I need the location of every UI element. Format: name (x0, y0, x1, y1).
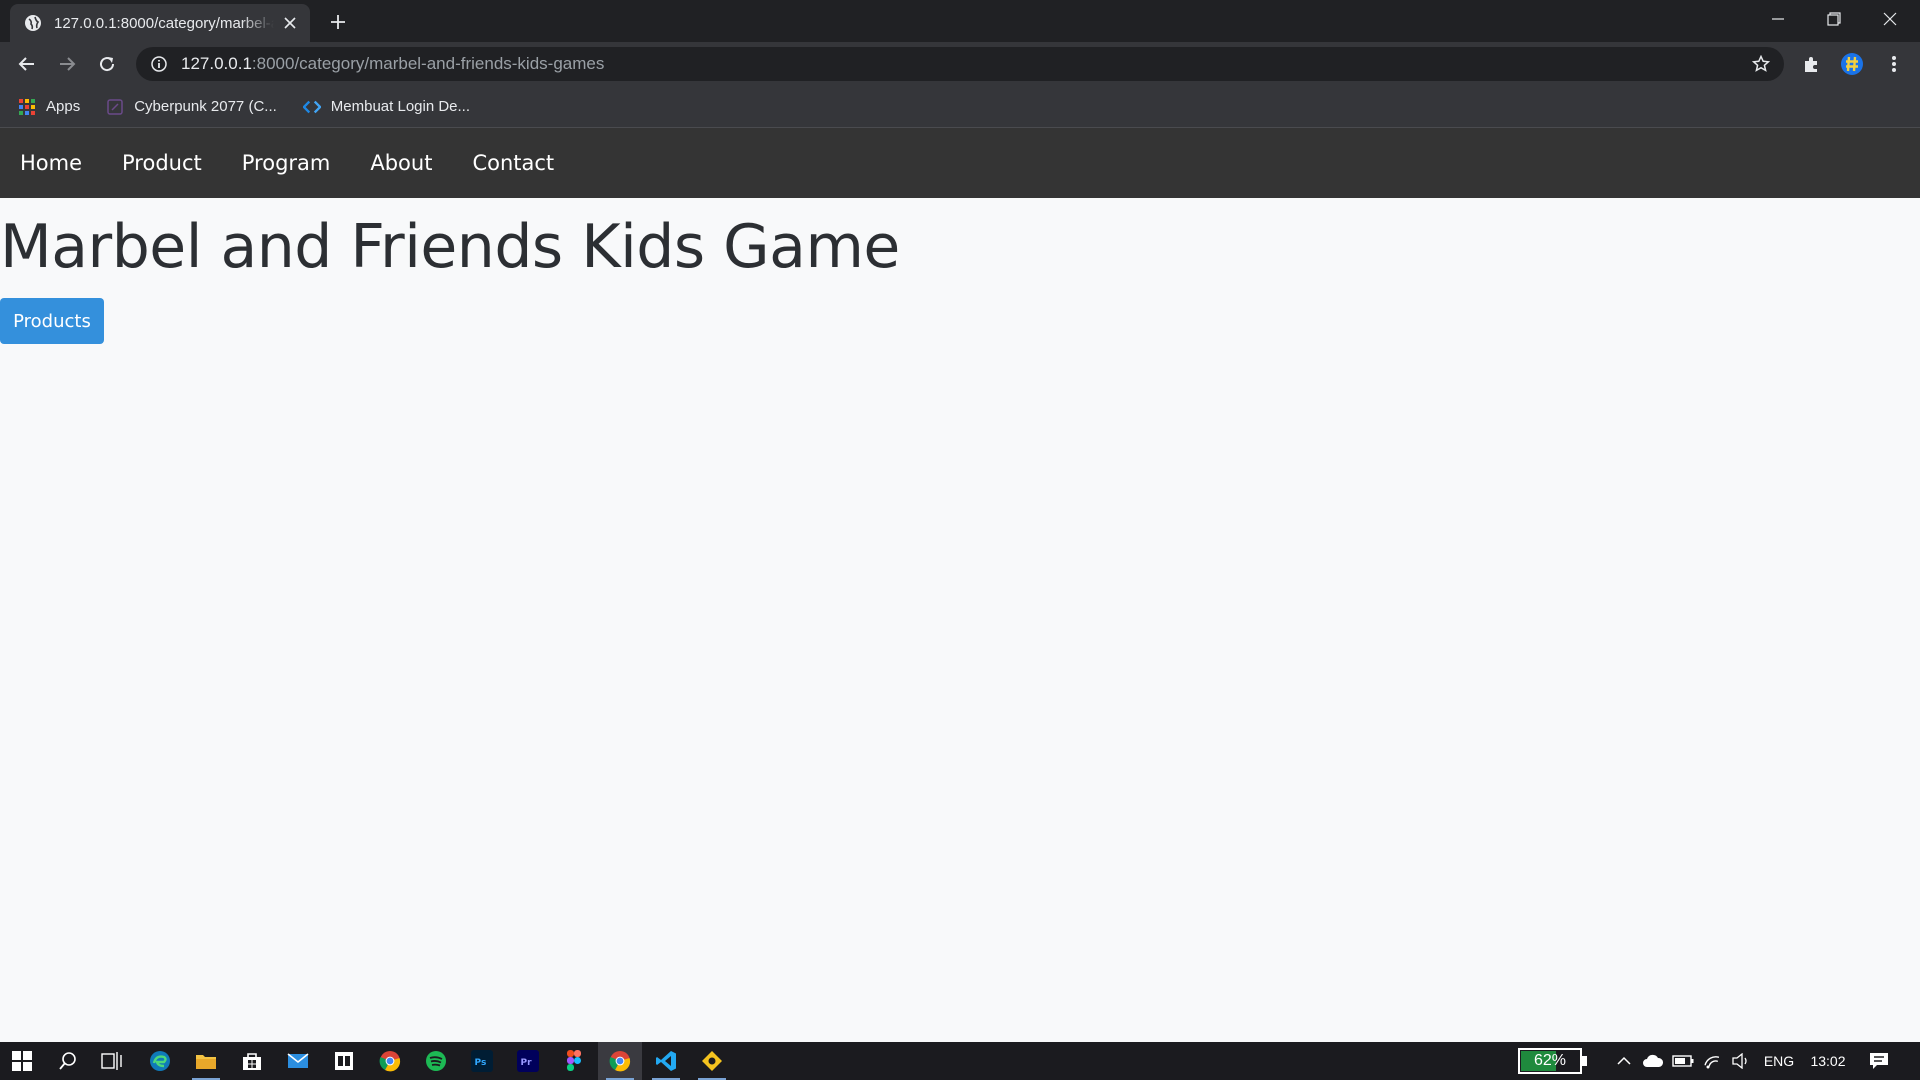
language-indicator[interactable]: ENG (1760, 1042, 1798, 1080)
onedrive-cloud-icon[interactable] (1640, 1042, 1666, 1080)
battery-indicator[interactable]: 62% (1518, 1048, 1587, 1074)
windows-taskbar: Ps Pr 62% ENG 13:02 (0, 1042, 1920, 1080)
back-arrow-icon[interactable] (13, 50, 41, 78)
restore-icon[interactable] (1806, 0, 1862, 38)
task-view-icon[interactable] (90, 1042, 134, 1080)
bookmark-label: Apps (46, 98, 81, 115)
figma-icon[interactable] (552, 1042, 596, 1080)
file-explorer-icon[interactable] (184, 1042, 228, 1080)
chrome-icon[interactable] (368, 1042, 412, 1080)
battery-percent: 62% (1533, 1052, 1567, 1069)
photoshop-icon[interactable]: Ps (460, 1042, 504, 1080)
products-button[interactable]: Products (0, 298, 104, 344)
new-tab-icon[interactable] (326, 10, 350, 34)
bookmark-cyberpunk[interactable]: Cyberpunk 2077 (C... (106, 98, 277, 116)
windows-start-icon[interactable] (0, 1042, 44, 1080)
clock[interactable]: 13:02 (1806, 1042, 1850, 1080)
browser-tabstrip: 127.0.0.1:8000/category/marbel-and-frien… (0, 0, 1920, 42)
bookmarks-bar: Apps Cyberpunk 2077 (C... Membuat Login … (0, 86, 1920, 128)
bookmark-star-icon[interactable] (1750, 53, 1772, 75)
url-path: :8000/category/marbel-and-friends-kids-g… (251, 54, 605, 73)
site-info-icon[interactable] (149, 54, 169, 74)
globe-icon (24, 14, 42, 32)
volume-icon[interactable] (1728, 1042, 1754, 1080)
tab-title: 127.0.0.1:8000/category/marbel-and-frien… (54, 14, 274, 32)
forward-arrow-icon[interactable] (53, 50, 81, 78)
minimize-icon[interactable] (1750, 0, 1806, 38)
bookmark-label: Membuat Login De... (330, 98, 471, 115)
site-navbar: Home Product Program About Contact (0, 128, 1920, 198)
battery-nub (1582, 1056, 1587, 1066)
menu-kebab-icon[interactable] (1880, 50, 1908, 78)
svg-text:Ps: Ps (475, 1058, 487, 1068)
address-bar[interactable]: 127.0.0.1:8000/category/marbel-and-frien… (136, 47, 1784, 81)
browser-tab[interactable]: 127.0.0.1:8000/category/marbel-and-frien… (10, 4, 310, 42)
apps-grid-icon (18, 98, 36, 116)
profile-avatar-icon[interactable] (1838, 50, 1866, 78)
browser-toolbar: 127.0.0.1:8000/category/marbel-and-frien… (0, 42, 1920, 86)
bookmark-label: Cyberpunk 2077 (C... (134, 98, 277, 115)
extensions-puzzle-icon[interactable] (1798, 50, 1826, 78)
store-icon[interactable] (230, 1042, 274, 1080)
bookmark-membuat-login[interactable]: Membuat Login De... (302, 98, 471, 116)
battery-tray-icon[interactable] (1670, 1042, 1696, 1080)
nav-contact-link[interactable]: Contact (472, 151, 554, 175)
page-title: Marbel and Friends Kids Game (0, 212, 900, 282)
chrome-active-icon[interactable] (598, 1042, 642, 1080)
nav-product-link[interactable]: Product (122, 151, 202, 175)
dev-app-icon[interactable] (322, 1042, 366, 1080)
notification-center-icon[interactable] (1864, 1042, 1894, 1080)
close-window-icon[interactable] (1862, 0, 1918, 38)
reload-icon[interactable] (93, 50, 121, 78)
url-host: 127.0.0.1 (181, 54, 252, 73)
close-tab-icon[interactable] (280, 13, 300, 33)
mail-icon[interactable] (276, 1042, 320, 1080)
code-icon (302, 98, 321, 116)
sourcetree-icon[interactable] (690, 1042, 734, 1080)
url-text: 127.0.0.1:8000/category/marbel-and-frien… (181, 54, 604, 74)
chevron-up-icon[interactable] (1612, 1042, 1636, 1080)
nav-program-link[interactable]: Program (242, 151, 331, 175)
premiere-icon[interactable]: Pr (506, 1042, 550, 1080)
search-icon[interactable] (46, 1042, 90, 1080)
nav-about-link[interactable]: About (370, 151, 432, 175)
edge-browser-icon[interactable] (138, 1042, 182, 1080)
cyberpunk-icon (106, 98, 124, 116)
wifi-icon[interactable] (1700, 1042, 1726, 1080)
bookmark-apps[interactable]: Apps (18, 98, 80, 116)
nav-home-link[interactable]: Home (20, 151, 82, 175)
spotify-icon[interactable] (414, 1042, 458, 1080)
svg-text:Pr: Pr (521, 1058, 533, 1068)
vscode-icon[interactable] (644, 1042, 688, 1080)
